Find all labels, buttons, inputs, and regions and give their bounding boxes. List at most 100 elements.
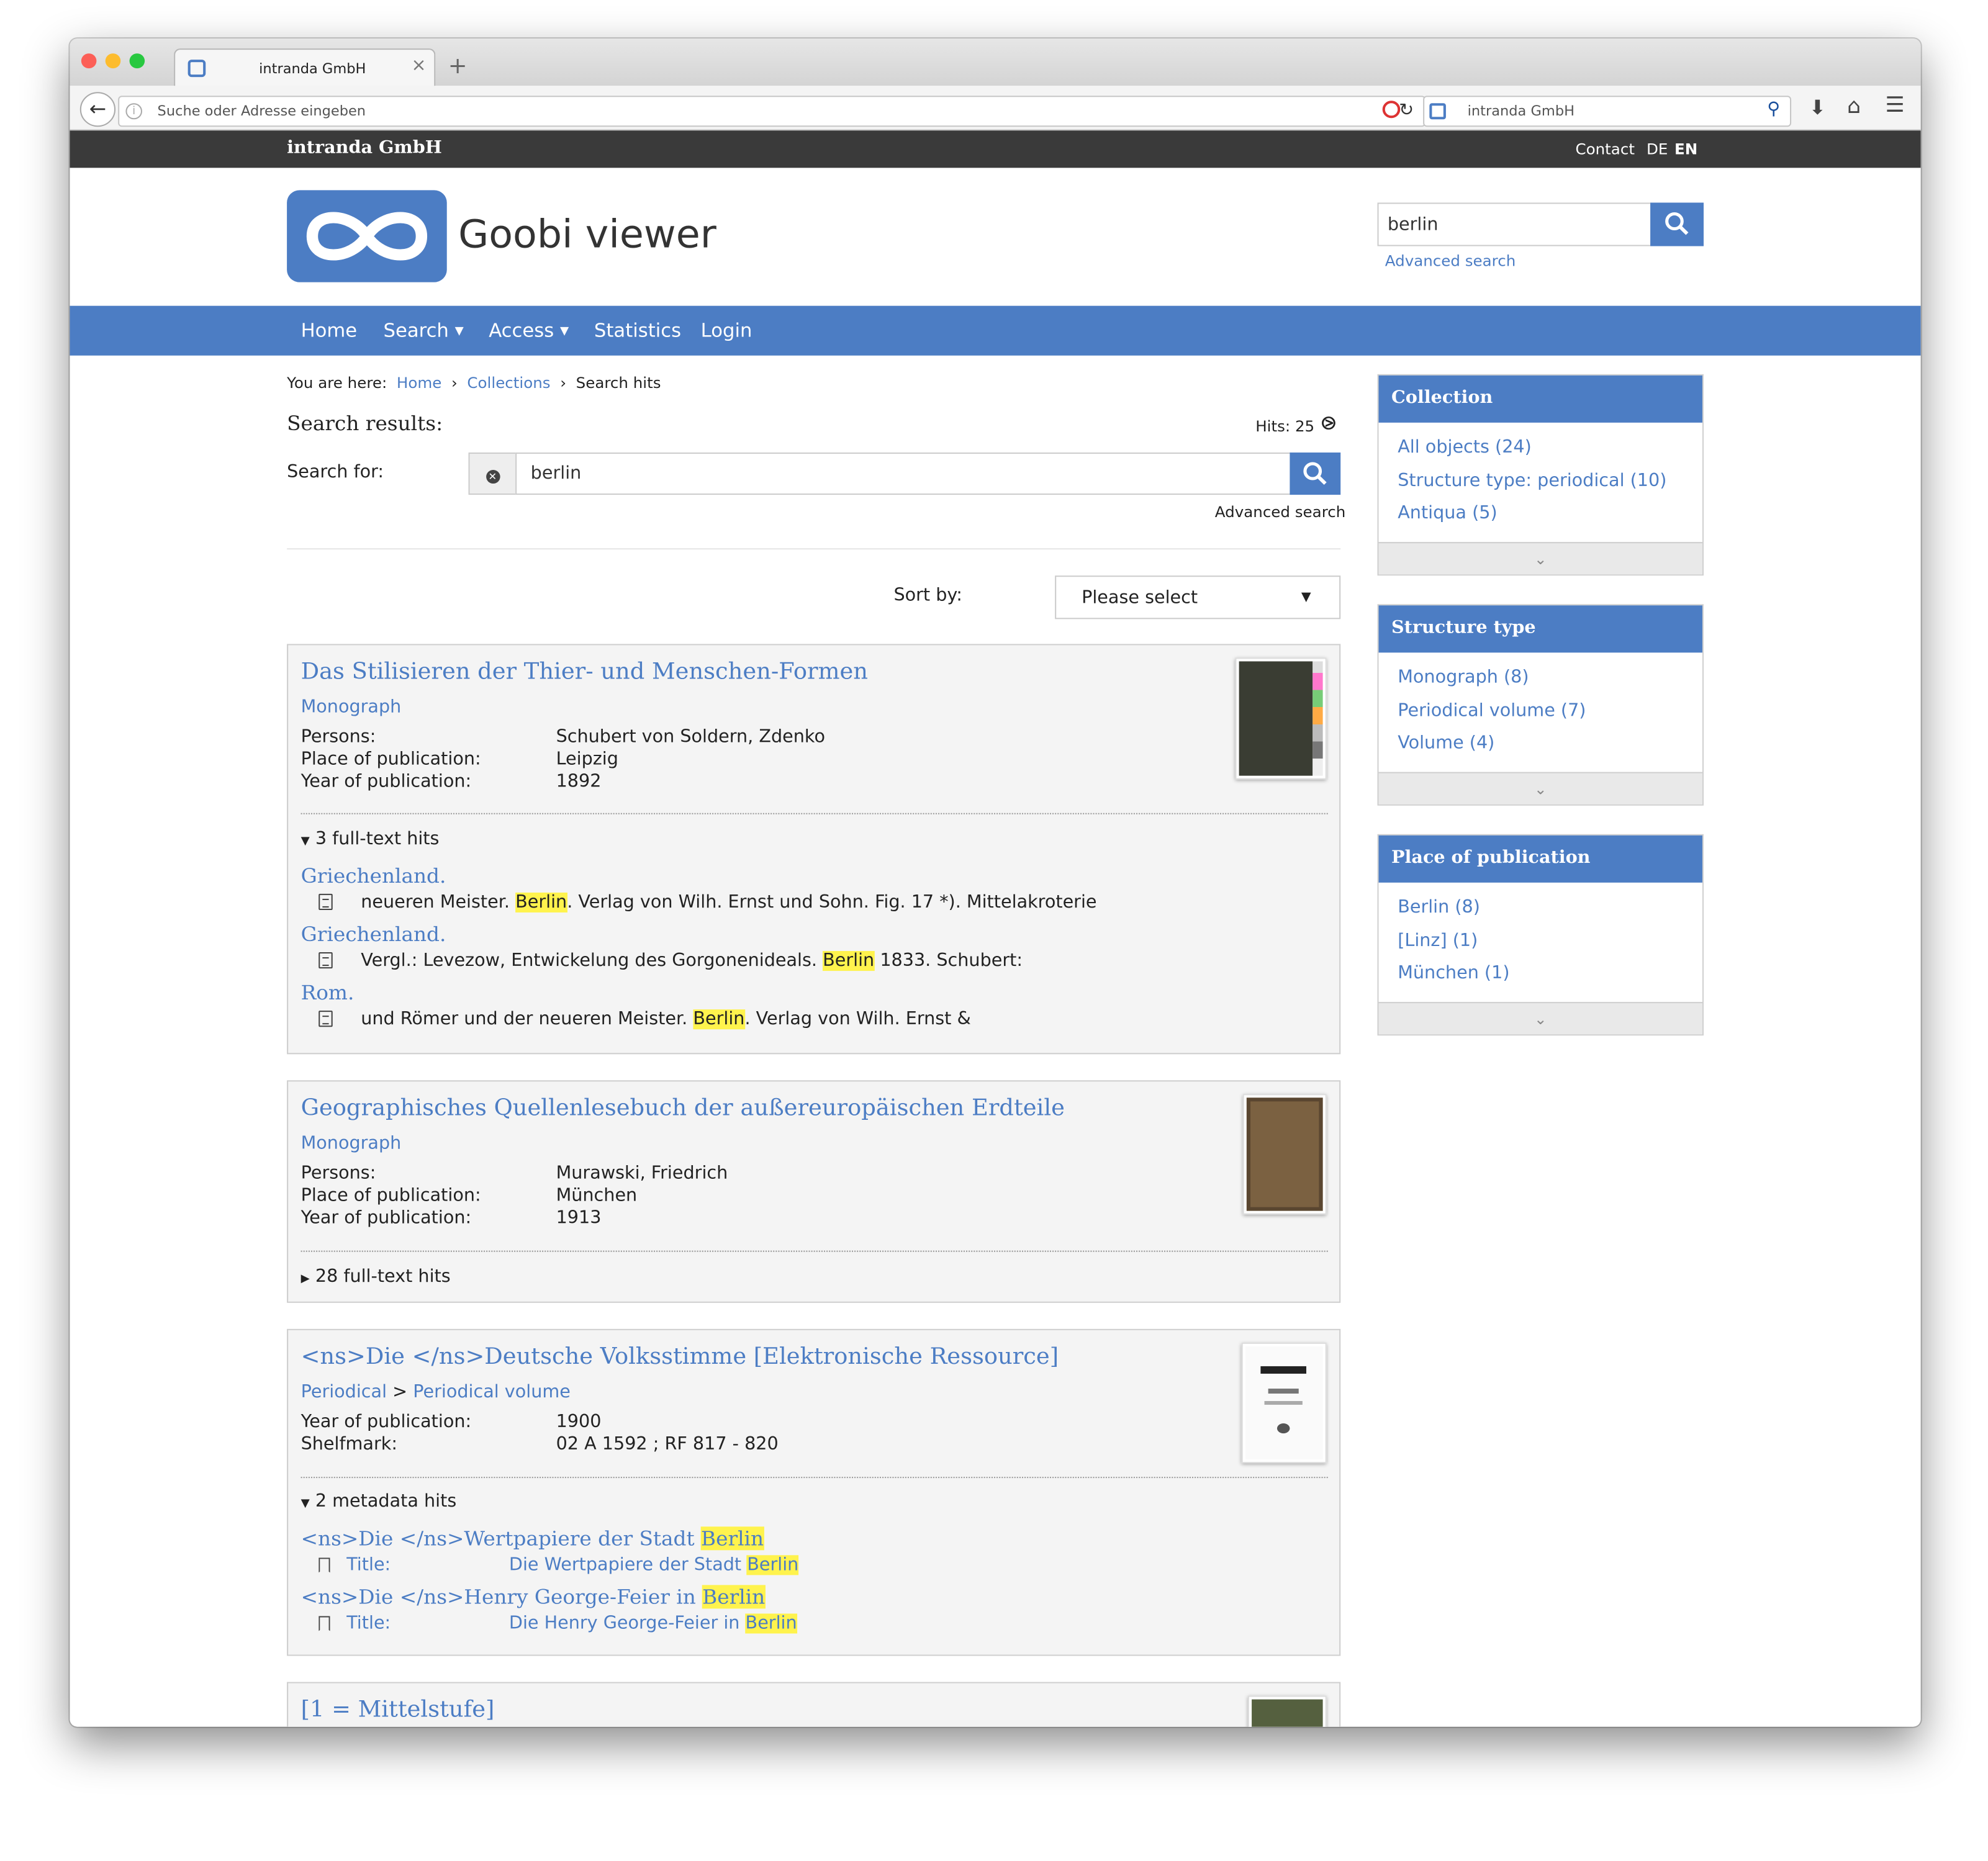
nav-login[interactable]: Login: [701, 320, 752, 342]
metadata-hit-title[interactable]: <ns>Die </ns>Wertpapiere der Stadt Berli…: [301, 1526, 764, 1551]
hit-type[interactable]: Monograph: [301, 697, 402, 717]
facet-item[interactable]: Antiqua (5): [1398, 503, 1683, 536]
hit-type[interactable]: Monograph: [301, 1133, 402, 1153]
browser-window: intranda GmbH × + ← i Suche oder Adresse…: [70, 38, 1921, 1727]
facet-item[interactable]: Periodical volume (7): [1398, 701, 1683, 734]
expand-chevron-icon[interactable]: ⌄: [1378, 541, 1702, 574]
hit-type-child[interactable]: Periodical volume: [413, 1382, 571, 1402]
facet-item[interactable]: Monograph (8): [1398, 667, 1683, 700]
bookmark-icon: [319, 1557, 330, 1573]
facet-title: Collection: [1378, 375, 1702, 423]
caret-down-icon: ▼: [1301, 590, 1311, 605]
hit-thumbnail[interactable]: [1242, 1094, 1327, 1215]
lang-de-link[interactable]: DE: [1647, 140, 1668, 158]
sort-select[interactable]: Please select ▼: [1055, 575, 1341, 620]
new-tab-button[interactable]: +: [448, 53, 468, 79]
breadcrumb-collections[interactable]: Collections: [467, 374, 550, 392]
facet-item[interactable]: München (1): [1398, 963, 1683, 996]
fulltext-toggle-label: 28 full-text hits: [315, 1266, 451, 1287]
nav-access-label: Access: [489, 319, 554, 342]
nav-statistics[interactable]: Statistics: [594, 320, 681, 342]
caret-down-icon: ▼: [300, 835, 310, 848]
hit-thumbnail[interactable]: [1247, 1695, 1327, 1727]
brand-name[interactable]: intranda GmbH: [287, 138, 442, 158]
logo-text[interactable]: Goobi viewer: [458, 212, 716, 257]
nav-access[interactable]: Access ▼: [489, 320, 569, 342]
caret-down-icon: ▼: [454, 325, 464, 338]
close-window-button[interactable]: [81, 53, 97, 69]
search-for-label: Search for:: [287, 462, 384, 483]
browser-tab[interactable]: intranda GmbH ×: [174, 48, 436, 88]
document-icon: [319, 893, 333, 910]
hits-count: Hits: 25: [1255, 417, 1315, 435]
fulltext-toggle[interactable]: ▼ 3 full-text hits: [301, 829, 440, 849]
metadata-toggle[interactable]: ▼ 2 metadata hits: [301, 1492, 457, 1512]
back-button[interactable]: ←: [79, 92, 116, 127]
blocked-icon[interactable]: [1382, 101, 1401, 119]
url-input[interactable]: Suche oder Adresse eingeben: [158, 103, 366, 119]
reload-icon[interactable]: ↻: [1399, 101, 1414, 120]
zoom-window-button[interactable]: [129, 53, 145, 69]
hit-title[interactable]: Das Stilisieren der Thier- und Menschen-…: [301, 659, 868, 685]
search-input[interactable]: berlin: [515, 452, 1291, 495]
nav-search[interactable]: Search ▼: [383, 320, 463, 342]
fulltext-toggle[interactable]: ▶ 28 full-text hits: [301, 1267, 451, 1287]
search-icon[interactable]: ⚲: [1767, 99, 1780, 119]
logo[interactable]: [287, 190, 447, 282]
header-search-input[interactable]: berlin: [1377, 202, 1652, 246]
home-icon[interactable]: ⌂: [1847, 94, 1861, 119]
url-bar[interactable]: i Suche oder Adresse eingeben ↻: [118, 96, 1426, 127]
hit-thumbnail[interactable]: [1235, 657, 1327, 780]
lang-en-link[interactable]: EN: [1674, 140, 1697, 158]
hit-type-parent[interactable]: Periodical: [301, 1382, 387, 1402]
color-chart-image: [1313, 661, 1323, 776]
hit-title[interactable]: Geographisches Quellenlesebuch der außer…: [301, 1095, 1065, 1121]
facet-structure-type: Structure type Monograph (8) Periodical …: [1377, 604, 1704, 805]
facet-collection: Collection All objects (24) Structure ty…: [1377, 374, 1704, 575]
document-icon: [319, 952, 333, 969]
facet-item[interactable]: Volume (4): [1398, 734, 1683, 767]
tab-bar: intranda GmbH × +: [70, 38, 1921, 88]
info-icon: i: [125, 103, 143, 120]
facet-item[interactable]: Structure type: periodical (10): [1398, 471, 1683, 503]
clear-search-button[interactable]: ✕: [468, 452, 517, 495]
nav-search-label: Search: [383, 319, 449, 342]
browser-search-bar[interactable]: intranda GmbH ⚲: [1423, 96, 1792, 127]
contact-link[interactable]: Contact: [1575, 140, 1634, 158]
facet-item[interactable]: All objects (24): [1398, 438, 1683, 471]
fulltext-hit-page[interactable]: Griechenland.: [301, 864, 446, 888]
expand-chevron-icon[interactable]: ⌄: [1378, 1001, 1702, 1034]
nav-home[interactable]: Home: [301, 320, 358, 342]
facet-item[interactable]: Berlin (8): [1398, 898, 1683, 930]
metadata-value-highlight: Berlin: [745, 1613, 797, 1634]
meta-label: Year of publication:: [300, 1208, 472, 1228]
search-submit-button[interactable]: [1290, 452, 1341, 495]
advanced-search-link[interactable]: Advanced search: [1215, 503, 1346, 521]
metadata-hit-title[interactable]: <ns>Die </ns>Henry George-Feier in Berli…: [301, 1585, 766, 1609]
breadcrumb-home[interactable]: Home: [397, 374, 441, 392]
tab-close-icon[interactable]: ×: [411, 56, 426, 76]
main-nav: Home Search ▼ Access ▼ Statistics Login: [70, 305, 1921, 356]
minimize-window-button[interactable]: [105, 53, 121, 69]
snippet-highlight: Berlin: [515, 892, 567, 912]
fulltext-hit-page[interactable]: Griechenland.: [301, 922, 446, 946]
clear-icon: ✕: [486, 470, 500, 484]
menu-icon[interactable]: ☰: [1885, 93, 1904, 118]
breadcrumb-sep: ›: [560, 374, 567, 392]
hit-thumbnail[interactable]: [1241, 1342, 1327, 1464]
hit-title[interactable]: [1 = Mittelstufe]: [301, 1697, 495, 1723]
book-cover-image: [1246, 1097, 1323, 1211]
facet-item[interactable]: [Linz] (1): [1398, 930, 1683, 963]
expand-chevron-icon[interactable]: ⌄: [1378, 771, 1702, 804]
snippet-highlight: Berlin: [693, 1009, 745, 1030]
meta-value: Murawski, Friedrich: [556, 1163, 728, 1184]
hit-title[interactable]: <ns>Die </ns>Deutsche Volksstimme [Elekt…: [301, 1344, 1059, 1370]
download-icon[interactable]: ⬇: [1809, 96, 1826, 119]
facet-title: Place of publication: [1378, 835, 1702, 883]
rss-icon[interactable]: ⧁: [1322, 414, 1336, 434]
fulltext-hit-page[interactable]: Rom.: [301, 981, 355, 1004]
facet-body: Berlin (8) [Linz] (1) München (1): [1378, 882, 1702, 1002]
header-search-button[interactable]: [1650, 202, 1704, 246]
header-advanced-search-link[interactable]: Advanced search: [1385, 253, 1516, 270]
meta-label: Persons:: [300, 1163, 376, 1184]
